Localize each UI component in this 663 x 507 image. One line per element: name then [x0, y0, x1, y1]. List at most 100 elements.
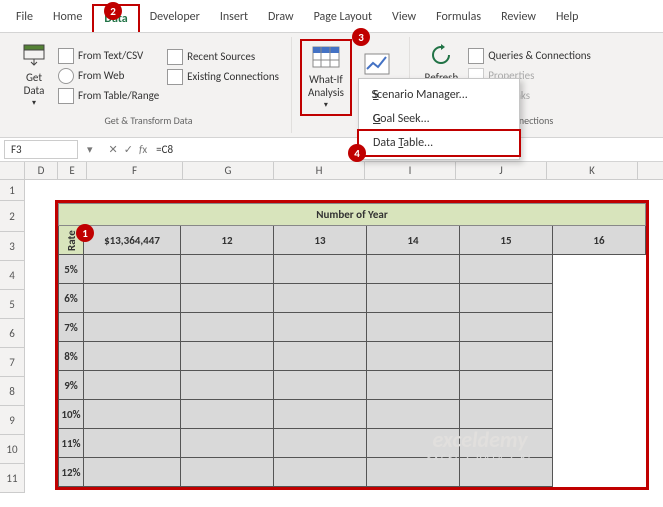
existing-icon: [167, 69, 183, 85]
tab-file[interactable]: File: [6, 4, 43, 32]
table-cell[interactable]: [181, 429, 274, 458]
from-text-csv-button[interactable]: From Text/CSV: [54, 46, 163, 66]
row-header-5[interactable]: 5: [0, 290, 25, 319]
what-if-analysis-button[interactable]: What-If Analysis ▾: [300, 39, 352, 116]
tab-view[interactable]: View: [382, 4, 426, 32]
callout-2: 2: [104, 2, 122, 20]
table-cell[interactable]: [274, 255, 367, 284]
table-cell[interactable]: [460, 313, 553, 342]
table-cell[interactable]: [181, 371, 274, 400]
table-cell[interactable]: [84, 400, 181, 429]
tab-insert[interactable]: Insert: [210, 4, 258, 32]
table-cell[interactable]: [367, 400, 460, 429]
table-cell[interactable]: [181, 255, 274, 284]
from-table-button[interactable]: From Table/Range: [54, 86, 163, 106]
table-cell[interactable]: [460, 342, 553, 371]
table-cell[interactable]: [181, 342, 274, 371]
row-header-1[interactable]: 1: [0, 180, 25, 201]
tab-home[interactable]: Home: [43, 4, 92, 32]
table-cell[interactable]: [84, 255, 181, 284]
row-header-4[interactable]: 4: [0, 261, 25, 290]
table-cell[interactable]: [460, 400, 553, 429]
table-cell[interactable]: [460, 371, 553, 400]
table-cell[interactable]: [367, 284, 460, 313]
table-cell[interactable]: [367, 255, 460, 284]
col-header-F[interactable]: F: [87, 162, 183, 179]
grid-body[interactable]: Number of Year Rate $13,364,447 12 13 14…: [25, 180, 663, 493]
tab-formulas[interactable]: Formulas: [426, 4, 491, 32]
row-header-7[interactable]: 7: [0, 348, 25, 377]
table-cell[interactable]: [274, 458, 367, 487]
tab-developer[interactable]: Developer: [140, 4, 210, 32]
column-headers: DEFGHIJK: [0, 162, 663, 180]
table-cell[interactable]: [274, 284, 367, 313]
table-cell[interactable]: [181, 458, 274, 487]
table-cell[interactable]: [181, 313, 274, 342]
col-header-K[interactable]: K: [547, 162, 638, 179]
table-cell[interactable]: [84, 429, 181, 458]
data-table: Number of Year Rate $13,364,447 12 13 14…: [58, 203, 646, 487]
row-header-6[interactable]: 6: [0, 319, 25, 348]
callout-4: 4: [348, 144, 366, 162]
get-data-button[interactable]: Get Data ▾: [14, 39, 54, 112]
menu-scenario-manager[interactable]: SScenario Manager...: [359, 83, 519, 107]
table-cell[interactable]: [274, 313, 367, 342]
table-cell[interactable]: [84, 371, 181, 400]
from-web-button[interactable]: From Web: [54, 66, 163, 86]
queries-connections-button[interactable]: Queries & Connections: [464, 46, 595, 66]
row-header-11[interactable]: 11: [0, 464, 25, 493]
what-if-label: What-If Analysis: [308, 73, 344, 99]
what-if-dropdown: SScenario Manager... GGoal Seek... Data …: [358, 78, 520, 160]
group-label-forecast: [350, 118, 352, 131]
row-header-3[interactable]: 3: [0, 232, 25, 261]
table-cell[interactable]: [84, 342, 181, 371]
row-headers: 1234567891011: [0, 180, 25, 493]
col-header-I[interactable]: I: [365, 162, 456, 179]
table-cell[interactable]: [181, 284, 274, 313]
rate-header: 8%: [59, 342, 84, 371]
enter-icon[interactable]: ✓: [124, 143, 133, 156]
col-header-D[interactable]: D: [25, 162, 58, 179]
col-header-J[interactable]: J: [456, 162, 547, 179]
menu-goal-seek[interactable]: GGoal Seek...: [359, 107, 519, 131]
tab-help[interactable]: Help: [546, 4, 589, 32]
table-icon: [58, 88, 74, 104]
fx-icon[interactable]: fx: [139, 143, 147, 156]
table-cell[interactable]: [274, 371, 367, 400]
col-header-G[interactable]: G: [183, 162, 274, 179]
table-cell[interactable]: [84, 458, 181, 487]
name-box[interactable]: F3: [4, 140, 78, 159]
table-cell[interactable]: [367, 313, 460, 342]
table-cell[interactable]: [84, 284, 181, 313]
row-header-8[interactable]: 8: [0, 377, 25, 406]
table-cell[interactable]: [274, 400, 367, 429]
menu-data-table[interactable]: Data Table...: [357, 129, 521, 157]
table-title: Number of Year: [59, 204, 646, 226]
table-cell[interactable]: [181, 400, 274, 429]
col-header-E[interactable]: E: [58, 162, 87, 179]
table-cell[interactable]: [460, 284, 553, 313]
row-header-10[interactable]: 10: [0, 435, 25, 464]
col-header-H[interactable]: H: [274, 162, 365, 179]
cancel-icon[interactable]: ✕: [109, 143, 118, 156]
table-cell[interactable]: [367, 371, 460, 400]
callout-3: 3: [352, 28, 370, 46]
row-header-2[interactable]: 2: [0, 201, 25, 232]
recent-sources-button[interactable]: Recent Sources: [163, 47, 283, 67]
ribbon: Get Data ▾ From Text/CSV From Web From T…: [0, 33, 663, 138]
rate-header: 11%: [59, 429, 84, 458]
table-cell[interactable]: [460, 255, 553, 284]
year-header: 15: [460, 226, 553, 255]
table-cell[interactable]: [274, 429, 367, 458]
table-cell[interactable]: [84, 313, 181, 342]
dropdown-icon[interactable]: ▾: [87, 143, 93, 156]
tab-page-layout[interactable]: Page Layout: [304, 4, 382, 32]
queries-icon: [468, 48, 484, 64]
select-all-corner[interactable]: [0, 162, 25, 179]
table-cell[interactable]: [274, 342, 367, 371]
table-cell[interactable]: [367, 342, 460, 371]
tab-draw[interactable]: Draw: [258, 4, 304, 32]
row-header-9[interactable]: 9: [0, 406, 25, 435]
tab-review[interactable]: Review: [491, 4, 546, 32]
existing-connections-button[interactable]: Existing Connections: [163, 67, 283, 87]
